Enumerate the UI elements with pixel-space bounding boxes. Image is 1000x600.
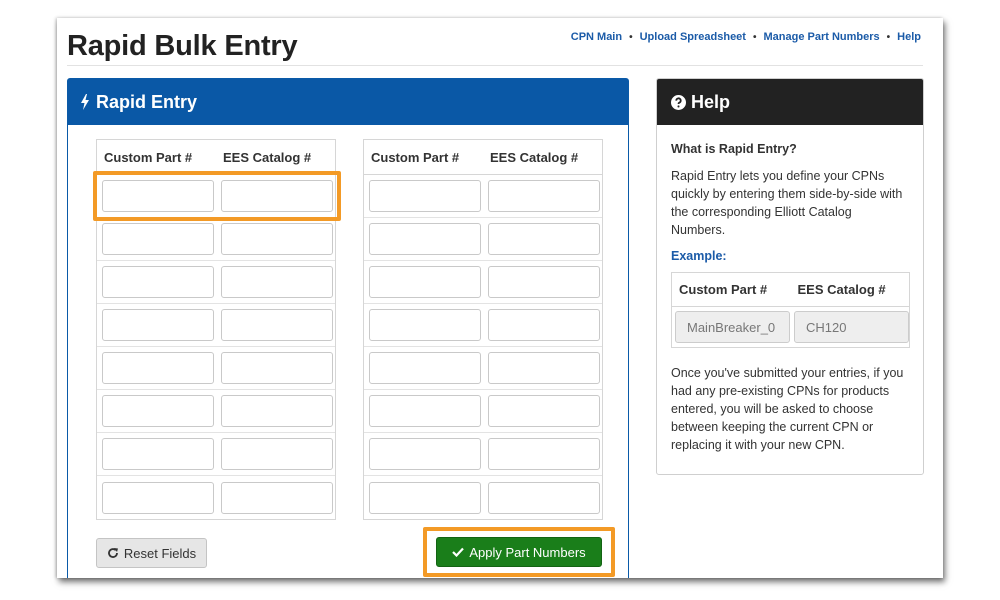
reset-fields-label: Reset Fields — [123, 545, 197, 561]
ees-catalog-input[interactable] — [221, 223, 333, 255]
ees-catalog-input[interactable] — [488, 266, 600, 298]
reset-fields-button[interactable]: Reset Fields — [96, 538, 207, 568]
column-header-custom-part: Custom Part # — [371, 149, 460, 165]
ees-catalog-input[interactable] — [488, 223, 600, 255]
custom-part-input[interactable] — [102, 352, 214, 384]
entry-table-right: Custom Part # EES Catalog # — [363, 139, 603, 520]
custom-part-input[interactable] — [102, 481, 214, 514]
ees-catalog-input[interactable] — [221, 481, 333, 514]
help-title: Help — [691, 91, 731, 112]
custom-part-input[interactable] — [369, 352, 481, 384]
custom-part-input[interactable] — [369, 481, 481, 514]
custom-part-input[interactable] — [369, 266, 481, 298]
ees-catalog-input[interactable] — [488, 395, 600, 427]
apply-part-numbers-label: Apply Part Numbers — [469, 544, 586, 560]
nav-separator: • — [629, 31, 633, 43]
example-table-header: Custom Part # EES Catalog # — [672, 273, 909, 307]
question-circle-icon — [671, 94, 686, 110]
rapid-entry-title: Rapid Entry — [96, 91, 198, 112]
custom-part-input[interactable] — [102, 438, 214, 470]
ees-catalog-input[interactable] — [221, 438, 333, 470]
help-example-label: Example: — [671, 249, 727, 263]
entry-row — [97, 347, 335, 390]
nav-link-cpn-main[interactable]: CPN Main — [571, 31, 622, 43]
column-header-ees-catalog: EES Catalog # — [223, 149, 312, 165]
entry-row — [97, 175, 335, 218]
column-header-custom-part: Custom Part # — [104, 149, 193, 165]
entry-row — [364, 218, 602, 261]
ees-catalog-input[interactable] — [221, 309, 333, 341]
example-table: Custom Part # EES Catalog # — [671, 272, 910, 348]
nav-link-upload-spreadsheet[interactable]: Upload Spreadsheet — [640, 31, 746, 43]
help-header: Help — [657, 79, 923, 125]
custom-part-input[interactable] — [369, 309, 481, 341]
ees-catalog-input[interactable] — [488, 180, 600, 212]
custom-part-input[interactable] — [102, 395, 214, 427]
help-outro-text: Once you've submitted your entries, if y… — [671, 366, 904, 452]
custom-part-input[interactable] — [369, 438, 481, 470]
entry-row — [364, 433, 602, 476]
entry-row — [364, 304, 602, 347]
ees-catalog-input[interactable] — [221, 395, 333, 427]
entry-row — [97, 304, 335, 347]
custom-part-input[interactable] — [102, 180, 214, 212]
custom-part-input[interactable] — [369, 223, 481, 255]
entry-table-left: Custom Part # EES Catalog # — [96, 139, 336, 520]
entry-row — [364, 476, 602, 519]
entry-row — [97, 476, 335, 519]
help-intro-text: Rapid Entry lets you define your CPNs qu… — [671, 169, 903, 237]
entry-row — [97, 390, 335, 433]
ees-catalog-input[interactable] — [488, 352, 600, 384]
example-row — [672, 307, 909, 347]
nav-link-help[interactable]: Help — [897, 31, 921, 43]
example-ees-catalog-field — [794, 311, 909, 343]
ees-catalog-input[interactable] — [488, 438, 600, 470]
entry-table-header: Custom Part # EES Catalog # — [97, 140, 335, 175]
custom-part-input[interactable] — [102, 266, 214, 298]
help-question: What is Rapid Entry? — [671, 142, 797, 156]
entry-table-header: Custom Part # EES Catalog # — [364, 140, 602, 175]
entry-row — [97, 433, 335, 476]
custom-part-input[interactable] — [102, 223, 214, 255]
refresh-icon — [107, 548, 118, 558]
example-column-custom-part: Custom Part # — [679, 281, 768, 297]
ees-catalog-input[interactable] — [221, 266, 333, 298]
ees-catalog-input[interactable] — [221, 352, 333, 384]
checkmark-icon — [452, 547, 465, 557]
entry-row — [364, 390, 602, 433]
entry-row — [364, 347, 602, 390]
nav-link-manage-part-numbers[interactable]: Manage Part Numbers — [763, 31, 879, 43]
rapid-entry-panel: Rapid Entry Custom Part # EES Catalog # … — [67, 78, 629, 578]
apply-part-numbers-button[interactable]: Apply Part Numbers — [436, 537, 602, 567]
top-nav: CPN Main • Upload Spreadsheet • Manage P… — [571, 31, 921, 43]
custom-part-input[interactable] — [102, 309, 214, 341]
nav-separator: • — [752, 31, 757, 43]
title-divider — [67, 65, 923, 66]
help-panel: Help What is Rapid Entry? Rapid Entry le… — [656, 78, 924, 475]
rapid-entry-header: Rapid Entry — [68, 79, 628, 125]
bolt-icon — [81, 94, 89, 110]
help-body: What is Rapid Entry? Rapid Entry lets yo… — [657, 125, 923, 454]
ees-catalog-input[interactable] — [488, 481, 600, 514]
page-card: Rapid Bulk Entry CPN Main • Upload Sprea… — [57, 18, 943, 578]
ees-catalog-input[interactable] — [221, 180, 333, 212]
custom-part-input[interactable] — [369, 395, 481, 427]
ees-catalog-input[interactable] — [488, 309, 600, 341]
page-title: Rapid Bulk Entry — [67, 30, 298, 62]
custom-part-input[interactable] — [369, 180, 481, 212]
entry-row — [97, 218, 335, 261]
entry-row — [97, 261, 335, 304]
nav-separator: • — [886, 31, 891, 43]
example-column-ees-catalog: EES Catalog # — [797, 281, 886, 297]
entry-row — [364, 175, 602, 218]
entry-row — [364, 261, 602, 304]
column-header-ees-catalog: EES Catalog # — [490, 149, 579, 165]
apply-button-highlight: Apply Part Numbers — [423, 527, 615, 577]
example-custom-part-field — [675, 311, 790, 343]
